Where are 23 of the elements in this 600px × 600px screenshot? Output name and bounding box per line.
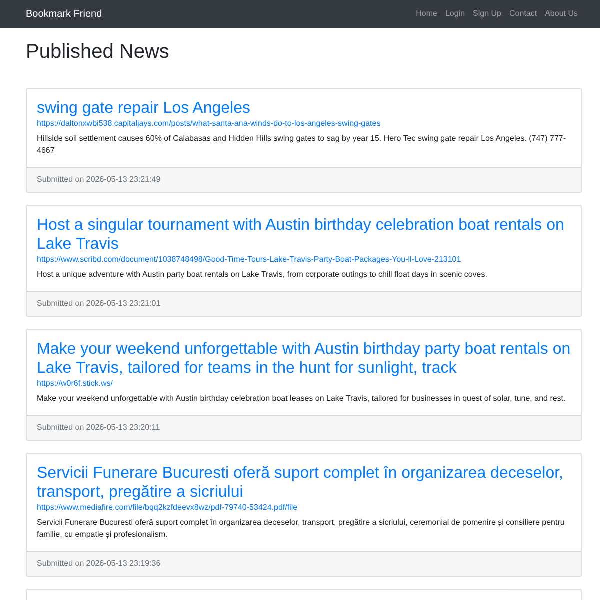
submitted-date-text: Submitted on 2026-05-13 23:21:01 bbox=[37, 298, 161, 310]
nav-link[interactable]: Sign Up bbox=[469, 8, 506, 20]
nav-link[interactable]: Login bbox=[441, 8, 470, 20]
submitted-date-text: Submitted on 2026-05-13 23:20:11 bbox=[37, 422, 160, 434]
nav-link[interactable]: About Us bbox=[541, 8, 582, 20]
post-summary-text: Make your weekend unforgettable with Austin birthday celebration boat leases on Lake Travis, tailored for businesses in quest of solar, tune, and rest. bbox=[37, 393, 567, 405]
nav-link[interactable]: Contact bbox=[506, 8, 542, 20]
post-url-link[interactable]: https://www.scribd.com/document/1038748498/Good-Time-Tours-Lake-Travis-Party-Boat-Packages-You-ll-Love-213101 bbox=[37, 254, 462, 266]
post-title-link[interactable]: Host a singular tournament with Austin birthday celebration boat rentals on Lake Travis bbox=[37, 216, 571, 254]
post-title-link[interactable]: swing gate repair Los Angeles bbox=[37, 99, 250, 118]
post-summary-text: Host a unique adventure with Austin party boat rentals on Lake Travis, from corporate outings to chill float days in scenic coves. bbox=[37, 269, 488, 281]
post-url-link[interactable]: https://w0r6f.stick.ws/ bbox=[37, 378, 114, 390]
post-url-link[interactable]: https://www.mediafire.com/file/bqq2kzfdeevx8wz/pdf-79740-53424.pdf/file bbox=[37, 502, 298, 514]
post-summary-text: Servicii Funerare Bucuresti oferă suport complet în organizarea deceselor, transport, pregătire a sicriului, ceremonial de pomenire și consiliere pentru familie, cu empatie și profesionalism. bbox=[37, 517, 566, 541]
post-title-link[interactable]: Make your weekend unforgettable with Austin birthday party boat rentals on Lake Travis, tailored for teams in the hunt for sunlight, track bbox=[37, 340, 571, 378]
post-url-link[interactable]: https://daltonxwbi538.capitaljays.com/posts/what-santa-ana-winds-do-to-los-angeles-swing-gates bbox=[37, 118, 381, 130]
submitted-date-text: Submitted on 2026-05-13 23:19:36 bbox=[37, 558, 161, 570]
post-title-link[interactable]: Servicii Funerare Bucuresti oferă suport complet în organizarea deceselor, transport, pregătire a sicriului bbox=[37, 464, 571, 502]
brand-link[interactable]: Bookmark Friend bbox=[26, 6, 102, 22]
post-summary-text: Hillside soil settlement causes 60% of Calabasas and Hidden Hills swing gates to sag by year 15. Hero Tec swing gate repair Los Angeles. (747) 777-4667 bbox=[37, 133, 568, 157]
page-title: Published News bbox=[26, 40, 170, 64]
submitted-date-text: Submitted on 2026-05-13 23:21:49 bbox=[37, 174, 161, 186]
nav-link[interactable]: Home bbox=[412, 8, 442, 20]
